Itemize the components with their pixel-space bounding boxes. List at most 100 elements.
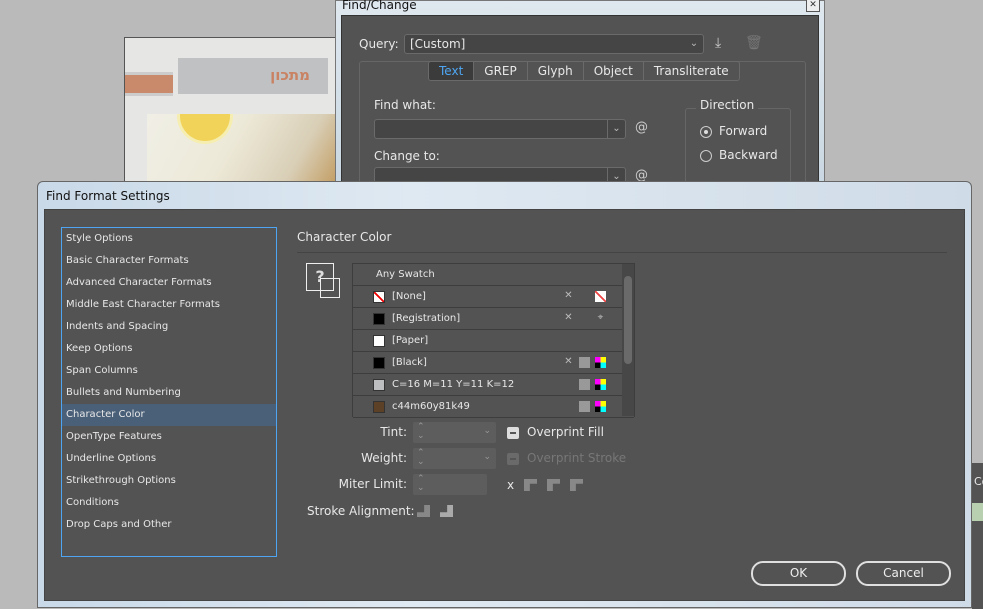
none-icon <box>595 291 606 302</box>
swatch-name: [Paper] <box>392 335 429 346</box>
ok-button[interactable]: OK <box>751 561 846 586</box>
close-button[interactable]: ✕ <box>806 0 820 12</box>
swatch-gray[interactable]: C=16 M=11 Y=11 K=12 <box>353 374 634 396</box>
tint-label: Tint: <box>380 425 407 439</box>
category-bullets-and-numbering[interactable]: Bullets and Numbering <box>62 382 276 404</box>
special-chars-icon[interactable]: @ <box>635 120 648 135</box>
query-value: [Custom] <box>410 37 466 51</box>
stroke-alignment-label: Stroke Alignment: <box>307 504 415 518</box>
none-swatch-chip <box>373 291 385 303</box>
category-drop-caps-and-other[interactable]: Drop Caps and Other <box>62 514 276 536</box>
swatch-name: [Registration] <box>392 313 461 324</box>
tab-object[interactable]: Object <box>584 62 644 80</box>
overprint-fill-checkbox[interactable]: Overprint Fill <box>507 425 604 439</box>
radio-icon <box>700 149 712 162</box>
category-indents-and-spacing[interactable]: Indents and Spacing <box>62 316 276 338</box>
tab-glyph[interactable]: Glyph <box>528 62 584 80</box>
doc-heading: מתכון <box>178 58 328 94</box>
swatch-name: [None] <box>392 291 426 302</box>
save-query-icon[interactable]: ⤓ <box>715 35 721 51</box>
cancel-button[interactable]: Cancel <box>856 561 951 586</box>
direction-label: Direction <box>696 98 759 112</box>
category-advanced-character-formats[interactable]: Advanced Character Formats <box>62 272 276 294</box>
overprint-stroke-checkbox[interactable]: Overprint Stroke <box>507 451 626 465</box>
tint-field[interactable]: ⌃ ⌄ ⌄ <box>413 422 496 443</box>
category-strikethrough-options[interactable]: Strikethrough Options <box>62 470 276 492</box>
swatch-list: Any Swatch [None] ✕ [Registration] ✕ ⌖ [Pap… <box>352 263 635 418</box>
chevron-down-icon: ⌄ <box>689 38 699 49</box>
weight-field[interactable]: ⌃ ⌄ ⌄ <box>413 448 496 469</box>
find-what-label: Find what: <box>374 98 436 112</box>
side-swatch <box>972 503 983 521</box>
chevron-down-icon[interactable]: ⌄ <box>607 120 625 138</box>
checkbox-icon <box>507 426 519 439</box>
delete-query-icon[interactable]: 🗑 <box>745 35 763 51</box>
category-span-columns[interactable]: Span Columns <box>62 360 276 382</box>
category-opentype-features[interactable]: OpenType Features <box>62 426 276 448</box>
swatch-none[interactable]: [None] ✕ <box>353 286 634 308</box>
forward-radio[interactable]: Forward <box>700 124 767 138</box>
side-panel: Co <box>972 463 983 609</box>
miter-join-icon[interactable] <box>524 479 537 491</box>
category-list: Style Options Basic Character Formats Ad… <box>61 227 277 557</box>
align-center-icon[interactable] <box>417 505 430 517</box>
category-underline-options[interactable]: Underline Options <box>62 448 276 470</box>
miter-x-label: x <box>507 478 515 492</box>
query-label: Query: <box>359 37 399 51</box>
dialog-body: Style Options Basic Character Formats Ad… <box>44 209 965 601</box>
category-middle-east-character-formats[interactable]: Middle East Character Formats <box>62 294 276 316</box>
overprint-stroke-label: Overprint Stroke <box>527 451 627 465</box>
swatch-registration[interactable]: [Registration] ✕ ⌖ <box>353 308 634 330</box>
no-edit-icon: ✕ <box>564 290 573 301</box>
weight-label: Weight: <box>361 451 407 465</box>
swatch-chip <box>373 335 385 347</box>
find-format-settings-dialog: Find Format Settings Style Options Basic… <box>37 181 972 608</box>
decor-stripe <box>125 72 173 96</box>
swatch-chip <box>373 357 385 369</box>
tab-grep[interactable]: GREP <box>474 62 528 80</box>
join-buttons <box>524 479 593 494</box>
window-title: Find/Change <box>342 0 417 12</box>
category-character-color[interactable]: Character Color <box>62 404 276 426</box>
forward-label: Forward <box>719 124 768 138</box>
find-change-window: Find/Change ✕ Query: [Custom] ⌄ ⤓ 🗑 Text… <box>335 0 825 201</box>
category-keep-options[interactable]: Keep Options <box>62 338 276 360</box>
miter-limit-field[interactable]: ⌃ ⌄ <box>413 474 487 495</box>
stroke-icon[interactable] <box>320 278 340 298</box>
swatch-black[interactable]: [Black] ✕ <box>353 352 634 374</box>
category-basic-character-formats[interactable]: Basic Character Formats <box>62 250 276 272</box>
round-join-icon[interactable] <box>547 479 560 491</box>
chevron-down-icon: ⌄ <box>483 426 491 436</box>
category-style-options[interactable]: Style Options <box>62 228 276 250</box>
swatch-name: [Black] <box>392 357 427 368</box>
divider <box>297 252 947 253</box>
scroll-thumb[interactable] <box>624 276 632 364</box>
bevel-join-icon[interactable] <box>570 479 583 491</box>
radio-icon <box>700 125 712 138</box>
backward-radio[interactable]: Backward <box>700 148 778 162</box>
swatch-scrollbar[interactable] <box>622 264 634 416</box>
process-icon <box>579 357 590 368</box>
swatch-brown[interactable]: c44m60y81k49 <box>353 396 634 418</box>
swatch-any[interactable]: Any Swatch <box>353 264 634 286</box>
find-what-input[interactable]: ⌄ <box>374 119 626 139</box>
align-inside-icon[interactable] <box>440 505 453 517</box>
tab-text[interactable]: Text <box>429 62 475 80</box>
chevron-down-icon: ⌄ <box>483 452 491 462</box>
miter-limit-label: Miter Limit: <box>338 477 407 491</box>
stroke-align-buttons <box>417 505 463 520</box>
swatch-paper[interactable]: [Paper] <box>353 330 634 352</box>
process-icon <box>579 401 590 412</box>
tab-transliterate[interactable]: Transliterate <box>644 62 739 80</box>
change-to-label: Change to: <box>374 149 440 163</box>
section-title: Character Color <box>297 230 392 244</box>
category-conditions[interactable]: Conditions <box>62 492 276 514</box>
swatch-name: C=16 M=11 Y=11 K=12 <box>392 379 515 390</box>
swatch-name: c44m60y81k49 <box>392 401 470 412</box>
cmyk-icon <box>595 357 606 368</box>
swatch-chip <box>373 401 385 413</box>
query-dropdown[interactable]: [Custom] ⌄ <box>404 34 704 54</box>
dialog-title: Find Format Settings <box>46 189 170 203</box>
swatch-chip <box>373 313 385 325</box>
tab-bar: Text GREP Glyph Object Transliterate <box>428 61 740 81</box>
